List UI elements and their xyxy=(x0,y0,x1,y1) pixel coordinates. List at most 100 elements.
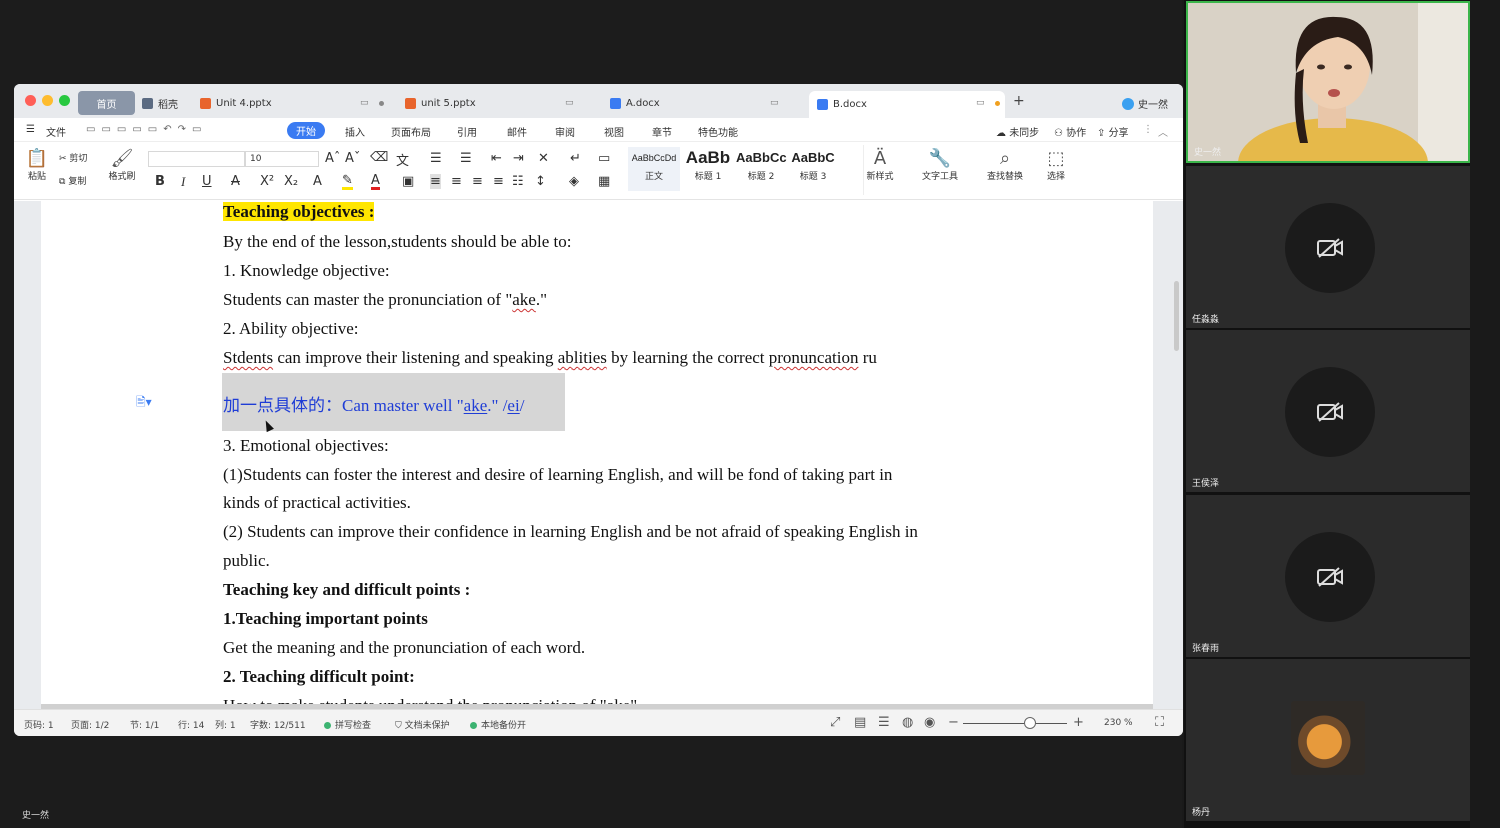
menu-chapter[interactable]: 章节 xyxy=(652,124,672,139)
style-heading-3[interactable]: AaBbC 标题 3 xyxy=(788,147,838,182)
copy-button[interactable]: ⧉ 复制 xyxy=(59,174,86,187)
close-window-button[interactable] xyxy=(25,95,36,106)
fit-page-icon[interactable]: ⛶ xyxy=(1155,715,1164,730)
new-style-button[interactable]: Ä 新样式 xyxy=(859,148,901,183)
page-view-icon[interactable]: ▤ xyxy=(854,715,866,730)
fullscreen-icon[interactable]: ⤢ xyxy=(830,715,840,730)
bold-button[interactable]: B xyxy=(155,174,165,189)
strikethrough-button[interactable]: A xyxy=(231,174,240,189)
align-center-icon[interactable]: ≡ xyxy=(451,174,462,189)
outline-view-icon[interactable]: ☰ xyxy=(878,715,890,730)
font-color-icon[interactable]: A xyxy=(371,174,380,190)
menu-features[interactable]: 特色功能 xyxy=(698,124,738,139)
local-backup-button[interactable]: 本地备份开 xyxy=(470,718,526,731)
tab-label: B.docx xyxy=(833,99,867,110)
subscript-button[interactable]: X₂ xyxy=(284,174,298,189)
menu-page-layout[interactable]: 页面布局 xyxy=(391,124,431,139)
participant-tile-active[interactable]: 史一然 xyxy=(1186,1,1470,163)
participant-tile[interactable]: 张春雨 xyxy=(1186,495,1470,657)
minimize-window-button[interactable] xyxy=(42,95,53,106)
increase-indent-icon[interactable]: ⇥ xyxy=(513,151,524,166)
table-rule-icon[interactable]: ▭ xyxy=(598,151,610,166)
shrink-font-icon[interactable]: Aˇ xyxy=(345,151,360,166)
zoom-out-button[interactable]: − xyxy=(948,715,959,730)
share-icon: ⇪ xyxy=(1097,128,1109,139)
quick-access-icons[interactable]: ▭▭▭▭▭↶↷▭ xyxy=(86,124,207,135)
distribute-icon[interactable]: ☷ xyxy=(512,174,524,189)
decrease-indent-icon[interactable]: ⇤ xyxy=(491,151,502,166)
status-word-count[interactable]: 字数: 12/511 xyxy=(250,718,306,731)
status-section: 节: 1/1 xyxy=(130,721,160,731)
align-right-icon[interactable]: ≡ xyxy=(472,174,483,189)
show-marks-icon[interactable]: ↵ xyxy=(570,151,581,166)
underline-button[interactable]: U xyxy=(202,174,212,189)
eye-protect-icon[interactable]: ◉ xyxy=(924,715,935,730)
vertical-scrollbar[interactable] xyxy=(1174,281,1179,351)
shading-icon[interactable]: ◈ xyxy=(569,174,579,189)
zoom-level[interactable]: 230 % xyxy=(1104,718,1133,728)
spell-check-button[interactable]: 拼写检查 xyxy=(324,718,371,731)
style-heading-1[interactable]: AaBb 标题 1 xyxy=(684,147,732,182)
select-button[interactable]: ⬚ 选择 xyxy=(1040,149,1072,183)
tab-home[interactable]: 首页 xyxy=(78,91,135,115)
menu-view[interactable]: 视图 xyxy=(604,124,624,139)
bullets-icon[interactable]: ☰ xyxy=(430,151,442,166)
menu-mailings[interactable]: 邮件 xyxy=(507,124,527,139)
text-run: ." xyxy=(535,290,548,309)
justify-icon[interactable]: ≡ xyxy=(493,174,504,189)
zoom-window-button[interactable] xyxy=(59,95,70,106)
clear-format-icon[interactable]: ⌫ xyxy=(370,150,388,165)
tab-unit5-pptx[interactable]: unit 5.pptx xyxy=(405,91,585,115)
sync-button[interactable]: ☁ 未同步 xyxy=(996,124,1039,139)
style-normal[interactable]: AaBbCcDd 正文 xyxy=(628,147,680,191)
hamburger-icon[interactable]: ☰ xyxy=(26,124,35,135)
more-icon[interactable]: ⋮ xyxy=(1143,124,1153,135)
participant-tile[interactable]: 杨丹 xyxy=(1186,659,1470,821)
numbering-icon[interactable]: ☰ xyxy=(460,151,472,166)
find-replace-button[interactable]: ⌕ 查找替换 xyxy=(980,149,1030,183)
menu-insert[interactable]: 插入 xyxy=(345,124,365,139)
line-spacing-icon[interactable]: ↕ xyxy=(535,174,546,189)
menu-start[interactable]: 开始 xyxy=(287,122,325,139)
cut-button[interactable]: ✂ 剪切 xyxy=(59,151,87,164)
chinese-layout-icon[interactable]: ✕ xyxy=(538,151,549,166)
style-heading-2[interactable]: AaBbCc 标题 2 xyxy=(736,147,787,182)
tab-docer[interactable]: 稻壳 xyxy=(142,91,178,115)
menu-review[interactable]: 审阅 xyxy=(555,124,575,139)
font-size-select[interactable]: 10 xyxy=(245,151,319,167)
menu-file[interactable]: 文件 xyxy=(46,124,66,139)
doc-protect-button[interactable]: ⛉ 文档未保护 xyxy=(395,718,450,731)
new-style-icon: Ä xyxy=(873,148,887,169)
phonetic-icon[interactable]: 文 xyxy=(396,150,409,169)
superscript-button[interactable]: X² xyxy=(260,174,274,189)
tab-label: unit 5.pptx xyxy=(421,97,476,109)
zoom-slider-handle[interactable] xyxy=(1024,717,1036,729)
align-left-icon[interactable]: ≡ xyxy=(430,174,441,189)
font-family-select[interactable] xyxy=(148,151,245,167)
italic-button[interactable]: I xyxy=(181,174,185,190)
text-effect-icon[interactable]: A xyxy=(313,174,322,189)
text-tools-button[interactable]: 🔧 文字工具 xyxy=(915,149,965,183)
participant-tile[interactable]: 任淼淼 xyxy=(1186,166,1470,328)
grow-font-icon[interactable]: Aˆ xyxy=(325,151,340,166)
collapse-ribbon-icon[interactable]: ︿ xyxy=(1158,124,1168,139)
document-page[interactable]: 🖹▾ Teaching objectives : By the end of t… xyxy=(41,201,1153,709)
collab-button[interactable]: ⚇ 协作 xyxy=(1054,124,1086,139)
zoom-in-button[interactable]: + xyxy=(1073,715,1084,730)
highlight-color-icon[interactable]: ✎ xyxy=(342,174,353,190)
user-account[interactable]: 史一然 xyxy=(1122,96,1168,111)
participant-tile[interactable]: 王侯泽 xyxy=(1186,330,1470,492)
tab-a-docx[interactable]: A.docx xyxy=(610,91,790,115)
paste-button[interactable]: 📋 粘贴 xyxy=(23,149,51,183)
borders-icon[interactable]: ▦ xyxy=(598,174,610,189)
menu-references[interactable]: 引用 xyxy=(457,124,477,139)
web-view-icon[interactable]: ◍ xyxy=(902,715,913,730)
char-border-icon[interactable]: ▣ xyxy=(402,174,414,189)
zoom-slider[interactable] xyxy=(963,723,1067,724)
share-button[interactable]: ⇪ 分享 xyxy=(1097,124,1129,139)
document-area: 🖹▾ Teaching objectives : By the end of t… xyxy=(14,201,1183,709)
format-painter-button[interactable]: 🖌 格式刷 xyxy=(106,149,138,183)
new-tab-button[interactable]: + xyxy=(1013,93,1025,109)
paragraph-marker-icon[interactable]: 🖹▾ xyxy=(136,393,152,414)
sync-label: 未同步 xyxy=(1009,128,1040,139)
